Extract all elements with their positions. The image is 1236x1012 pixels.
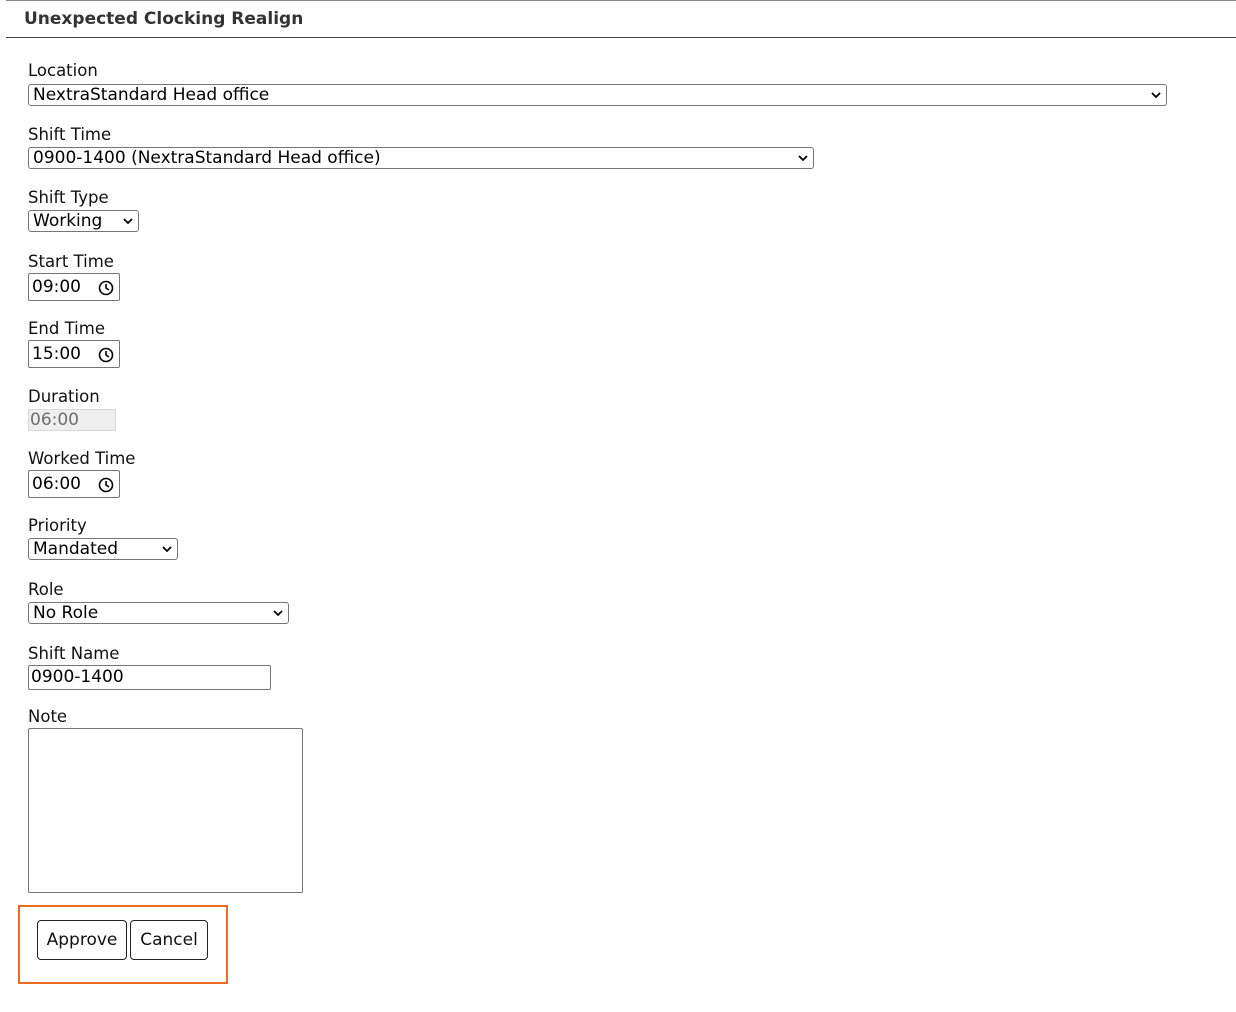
shift-time-select[interactable]: 0900-1400 (NextraStandard Head office) [28, 147, 814, 169]
note-textarea[interactable] [28, 728, 303, 893]
chevron-down-icon [123, 218, 133, 225]
worked-time-input[interactable]: 06:00 [28, 470, 120, 498]
shift-time-label: Shift Time [28, 125, 112, 144]
clocking-realign-dialog: Unexpected Clocking Realign Location Nex… [6, 0, 1236, 1012]
worked-time-label: Worked Time [28, 449, 136, 468]
worked-time-value: 06:00 [32, 474, 81, 494]
chevron-down-icon [162, 546, 172, 553]
clock-icon[interactable] [98, 477, 114, 493]
start-time-input[interactable]: 09:00 [28, 273, 120, 301]
role-select-value: No Role [33, 603, 99, 623]
shift-time-select-value: 0900-1400 (NextraStandard Head office) [33, 148, 381, 168]
screen: Unexpected Clocking Realign Location Nex… [0, 0, 1236, 1012]
priority-select-value: Mandated [33, 539, 118, 559]
chevron-down-icon [273, 610, 283, 617]
location-label: Location [28, 61, 98, 80]
priority-label: Priority [28, 516, 87, 535]
shift-type-select[interactable]: Working [28, 210, 139, 232]
duration-label: Duration [28, 387, 100, 406]
approve-button[interactable]: Approve [37, 920, 127, 960]
start-time-label: Start Time [28, 252, 114, 271]
clock-icon[interactable] [98, 347, 114, 363]
role-label: Role [28, 580, 64, 599]
start-time-value: 09:00 [32, 277, 81, 297]
duration-field: 06:00 [28, 409, 116, 431]
chevron-down-icon [1151, 92, 1161, 99]
shift-type-label: Shift Type [28, 188, 109, 207]
clock-icon[interactable] [98, 280, 114, 296]
priority-select[interactable]: Mandated [28, 538, 178, 560]
note-label: Note [28, 707, 68, 726]
end-time-label: End Time [28, 319, 105, 338]
chevron-down-icon [798, 155, 808, 162]
end-time-value: 15:00 [32, 344, 81, 364]
location-select[interactable]: NextraStandard Head office [28, 84, 1167, 106]
shift-type-select-value: Working [33, 211, 103, 231]
cancel-button[interactable]: Cancel [130, 920, 208, 960]
dialog-title: Unexpected Clocking Realign [24, 9, 304, 29]
end-time-input[interactable]: 15:00 [28, 340, 120, 368]
location-select-value: NextraStandard Head office [33, 85, 270, 105]
shift-name-input[interactable]: 0900-1400 [28, 665, 271, 690]
dialog-header: Unexpected Clocking Realign [6, 0, 1236, 38]
role-select[interactable]: No Role [28, 602, 289, 624]
shift-name-label: Shift Name [28, 644, 120, 663]
